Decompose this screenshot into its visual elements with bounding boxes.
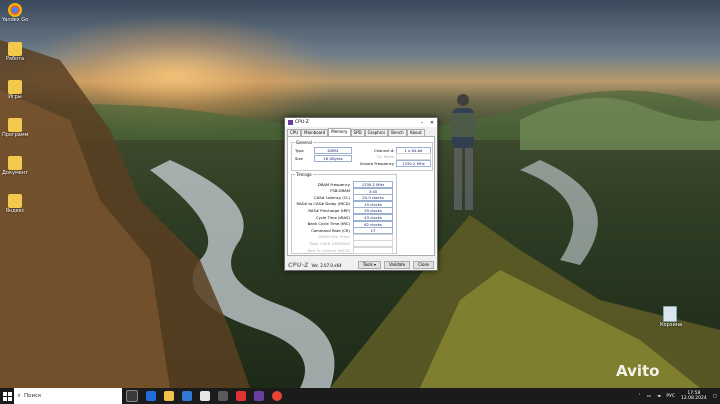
close-window-button[interactable]: ✕	[427, 120, 437, 126]
timing-label: DRAM Idle Timer	[318, 234, 350, 240]
cpuz-taskbar-icon[interactable]	[254, 391, 264, 401]
timing-label: Command Rate (CR)	[311, 227, 350, 233]
cpuz-logo-icon	[288, 120, 293, 125]
timing-label: Row To Column (tRCD)	[307, 247, 350, 253]
timing-label: RAS# to CAS# Delay (tRCD)	[296, 201, 350, 207]
cpuz-window: CPU-Z – ✕ CPU Mainboard Memory SPD Graph…	[284, 117, 438, 271]
folder-icon	[8, 194, 22, 208]
yandex-browser-icon[interactable]	[200, 391, 210, 401]
type-value: DDR4	[314, 147, 352, 154]
timing-label: CAS# Latency (CL)	[314, 194, 350, 200]
tray-chevron-icon[interactable]: ˄	[638, 394, 640, 399]
desktop-icon-label: Работа	[5, 56, 25, 62]
desktop-icon-label: Игры	[8, 94, 22, 100]
desktop-icon-folder-work[interactable]: Работа	[2, 42, 28, 62]
desktop-icon-recycle-bin[interactable]: Корзина	[660, 306, 683, 328]
desktop-icon-label: Программы	[2, 132, 28, 138]
channel-label: Channel #	[374, 148, 394, 153]
search-icon: ⌕	[17, 392, 21, 399]
cpuz-footer: CPU-Z Ver. 2.07.0.x64 Tools ▾ Validate C…	[285, 260, 437, 270]
desktop-icon-folder-documents[interactable]: Документы	[2, 156, 28, 176]
tab-about[interactable]: About	[406, 129, 425, 136]
timing-label: Total CAS# (tRDRAM)	[309, 240, 351, 246]
type-label: Type	[295, 148, 304, 153]
folder-icon	[8, 80, 22, 94]
network-icon[interactable]: ▭	[647, 394, 651, 399]
tab-cpu[interactable]: CPU	[287, 129, 302, 136]
cpuz-title: CPU-Z	[295, 120, 309, 125]
timing-label: RAS# Precharge (tRP)	[308, 207, 350, 213]
cpuz-version: Ver. 2.07.0.x64	[311, 262, 342, 268]
timing-label: FSB:DRAM	[330, 188, 350, 194]
chrome-icon	[8, 3, 22, 17]
memory-panel: General Type DDR4 Size 16 GBytes Channel…	[287, 136, 435, 256]
timing-label: Cycle Time (tRAS)	[315, 214, 350, 220]
timing-label: Bank Cycle Time (tRC)	[307, 221, 350, 227]
desktop-icon-label: Документы	[2, 170, 28, 176]
desktop-icon-folder-yandex[interactable]: Яндекс	[2, 194, 28, 214]
folder-icon	[8, 42, 22, 56]
taskbar: ⌕ Поиск ˄ ▭ ◄ РУС 17:58 12.08.2024 ▢	[0, 388, 720, 404]
language-indicator[interactable]: РУС	[666, 394, 675, 399]
recycle-bin-icon	[663, 306, 677, 322]
desktop-icon-folder-programs[interactable]: Программы	[2, 118, 28, 138]
chrome-taskbar-icon[interactable]	[272, 391, 282, 401]
notifications-icon[interactable]: ▢	[713, 394, 717, 399]
tab-bench[interactable]: Bench	[388, 129, 407, 136]
edge-icon[interactable]	[146, 391, 156, 401]
validate-button[interactable]: Validate	[383, 261, 411, 269]
timings-group: Timings DRAM Frequency 1330.2 MHz FSB:DRAM…	[291, 172, 397, 254]
tools-label: Tools	[362, 262, 373, 267]
tab-memory[interactable]: Memory	[328, 128, 351, 136]
uncore-value: 1330.2 MHz	[396, 160, 431, 167]
desktop-icon-label: Yandex Google Chrome	[2, 17, 28, 23]
desktop-icon-folder-games[interactable]: Игры	[2, 80, 28, 100]
system-tray: ˄ ▭ ◄ РУС 17:58 12.08.2024 ▢	[635, 391, 720, 401]
minimize-button[interactable]: –	[417, 120, 427, 126]
desktop-icon-chrome[interactable]: Yandex Google Chrome	[2, 3, 28, 23]
dc-mode-label: DC Mode	[376, 154, 394, 159]
app-icon[interactable]	[218, 391, 228, 401]
cpuz-titlebar[interactable]: CPU-Z – ✕	[285, 118, 437, 127]
taskbar-search[interactable]: ⌕ Поиск	[14, 388, 122, 404]
store-icon[interactable]	[182, 391, 192, 401]
desktop-background: Yandex Google Chrome Работа Игры Програм…	[0, 0, 720, 388]
tab-mainboard[interactable]: Mainboard	[301, 129, 329, 136]
tab-spd[interactable]: SPD	[350, 129, 365, 136]
folder-icon	[8, 156, 22, 170]
recycle-bin-label: Корзина	[660, 322, 683, 328]
cpuz-brand: CPU-Z	[288, 261, 309, 269]
task-view-icon[interactable]	[126, 390, 138, 402]
tab-graphics[interactable]: Graphics	[364, 129, 389, 136]
volume-icon[interactable]: ◄	[657, 394, 660, 399]
size-value: 16 GBytes	[314, 155, 352, 162]
general-group-title: General	[295, 140, 313, 145]
timing-label: DRAM Frequency	[317, 181, 350, 187]
folder-icon	[8, 118, 22, 132]
dc-mode-value	[396, 153, 431, 160]
uncore-label: Uncore Frequency	[359, 161, 394, 166]
start-button[interactable]	[0, 388, 14, 404]
avito-watermark: Avito	[616, 362, 660, 380]
timings-group-title: Timings	[295, 172, 313, 177]
search-placeholder: Поиск	[24, 393, 42, 399]
size-label: Size	[295, 156, 303, 161]
media-app-icon[interactable]	[236, 391, 246, 401]
general-group: General Type DDR4 Size 16 GBytes Channel…	[291, 140, 433, 171]
desktop-icon-label: Яндекс	[5, 208, 25, 214]
file-explorer-icon[interactable]	[164, 391, 174, 401]
close-button[interactable]: Close	[413, 261, 434, 269]
cpuz-tabs: CPU Mainboard Memory SPD Graphics Bench …	[285, 127, 437, 136]
taskbar-clock[interactable]: 17:58 12.08.2024	[681, 391, 707, 401]
timing-value	[353, 247, 393, 254]
windows-icon	[2, 391, 12, 401]
tools-button[interactable]: Tools ▾	[357, 261, 381, 269]
clock-date: 12.08.2024	[680, 396, 707, 401]
